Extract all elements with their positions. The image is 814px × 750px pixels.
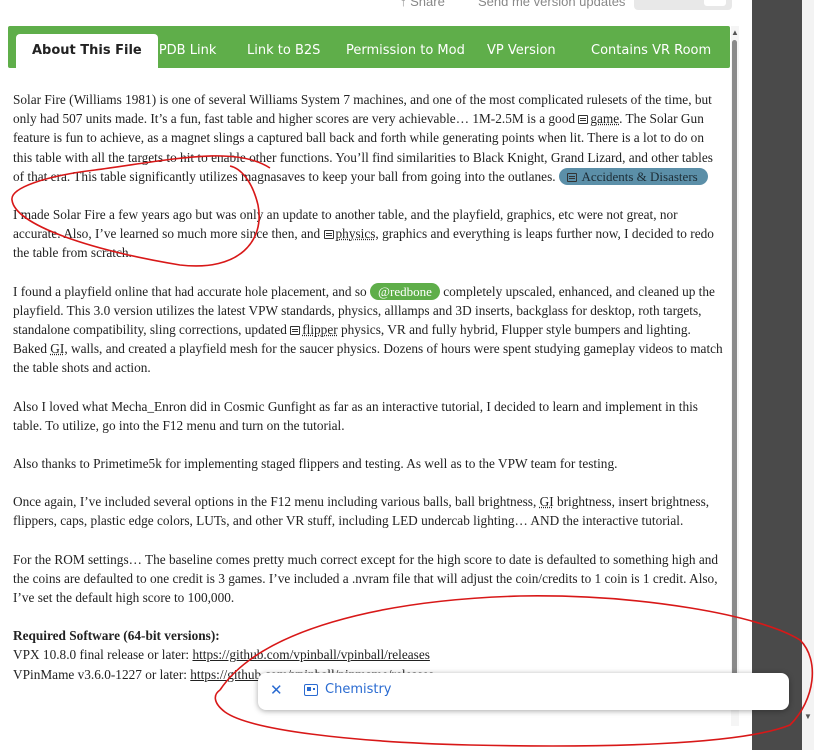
tab-permission-to-mod[interactable]: Permission to Mod — [330, 34, 481, 68]
user-mention-redbone[interactable]: @redbone — [370, 282, 440, 300]
glossary-term-gi[interactable]: GI — [540, 494, 554, 509]
paragraph-options: Once again, I’ve included several option… — [13, 494, 710, 529]
tab-vp-version[interactable]: VP Version — [471, 34, 572, 68]
window-scrollbar[interactable] — [802, 0, 814, 750]
close-icon[interactable]: ✕ — [270, 681, 283, 699]
paragraph-intro: Solar Fire (Williams 1981) is one of sev… — [13, 92, 713, 185]
paragraph-tutorial: Also I loved what Mecha_Enron did in Cos… — [13, 398, 698, 433]
vpx-releases-link[interactable]: https://github.com/vpinball/vpinball/rel… — [192, 647, 429, 662]
paragraph-thanks: Also thanks to Primetime5k for implement… — [13, 456, 618, 472]
glossary-popup: ✕ Chemistry — [258, 673, 789, 710]
scroll-down-arrow-icon[interactable]: ▼ — [804, 712, 812, 721]
glossary-term-flipper[interactable]: flipper — [302, 322, 337, 337]
follow-button[interactable] — [634, 0, 732, 10]
glossary-icon — [323, 230, 334, 240]
file-description: Solar Fire (Williams 1981) is one of sev… — [13, 90, 725, 684]
content-scrollbar-thumb[interactable] — [732, 40, 737, 690]
tab-bar: About This File IPDB Link Link to B2S Pe… — [8, 26, 730, 68]
tab-about-this-file[interactable]: About This File — [16, 34, 158, 68]
paragraph-rom-settings: For the ROM settings… The baseline comes… — [13, 551, 719, 606]
tab-ipdb-link[interactable]: IPDB Link — [139, 34, 232, 68]
required-software-heading: Required Software (64-bit versions): — [13, 628, 220, 644]
share-link[interactable]: ↑ Share — [400, 0, 445, 9]
glossary-card-icon — [304, 684, 318, 696]
requirement-vpx: VPX 10.8.0 final release or later: https… — [13, 647, 430, 663]
glossary-popup-term[interactable]: Chemistry — [325, 682, 392, 697]
tag-icon — [566, 172, 577, 182]
glossary-term-game[interactable]: game — [590, 111, 619, 126]
viewport-bottom-edge — [0, 728, 740, 750]
version-updates-link[interactable]: Send me version updates — [478, 0, 625, 9]
paragraph-history: I made Solar Fire a few years ago but wa… — [13, 207, 714, 261]
paragraph-playfield: I found a playfield online that had accu… — [13, 282, 723, 376]
glossary-icon — [578, 115, 589, 125]
glossary-icon — [290, 326, 301, 336]
category-tag[interactable]: Accidents & Disasters — [558, 167, 708, 185]
tab-link-to-b2s[interactable]: Link to B2S — [231, 34, 336, 68]
glossary-term-physics[interactable]: physics — [336, 226, 376, 241]
scroll-up-arrow-icon[interactable]: ▲ — [731, 28, 739, 37]
tab-contains-vr-room[interactable]: Contains VR Room — [575, 34, 727, 68]
top-action-bar: ↑ Share Send me version updates — [0, 0, 740, 12]
dark-side-panel — [752, 0, 802, 750]
glossary-term-gi[interactable]: GI — [50, 341, 64, 356]
follow-count-box — [704, 0, 726, 6]
